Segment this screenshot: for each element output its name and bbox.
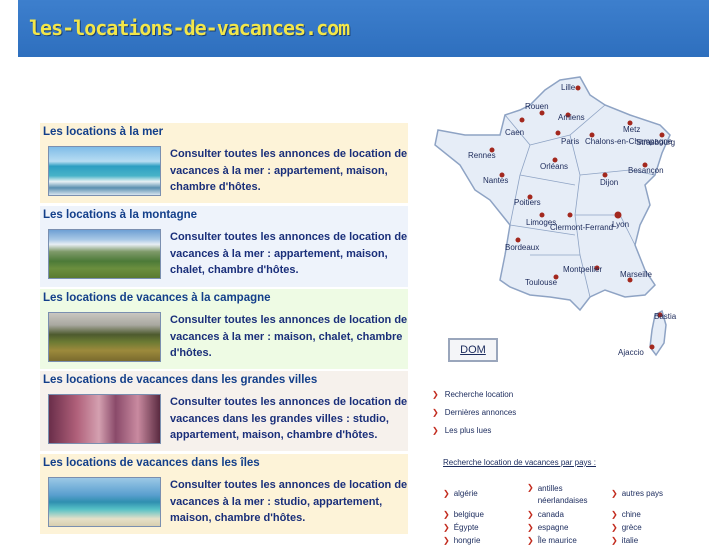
- site-banner: les-locations-de-vacances.com: [18, 0, 709, 57]
- section-description[interactable]: Consulter toutes les annonces de locatio…: [170, 229, 408, 279]
- section-description[interactable]: Consulter toutes les annonces de locatio…: [170, 312, 408, 362]
- city-label-orleans: Orléans: [540, 162, 568, 171]
- city-dot-lyon: [614, 211, 622, 219]
- arrow-icon: ❯: [611, 489, 618, 498]
- section-mer: Les locations à la mer Consulter toutes …: [40, 123, 408, 203]
- city-dot-lille: [575, 85, 581, 91]
- city-dot-rouen: [539, 110, 545, 116]
- city-label-bordeaux: Bordeaux: [505, 243, 539, 252]
- arrow-icon: ❯: [443, 510, 450, 519]
- arrow-icon: ❯: [432, 407, 439, 417]
- city-dot-caen: [519, 117, 525, 123]
- france-map[interactable]: Lille Rouen Amiens Caen Paris Chalons-en…: [430, 75, 690, 365]
- section-title[interactable]: Les locations à la mer: [40, 123, 408, 143]
- country-link-egypte[interactable]: ❯ Égypte: [443, 523, 479, 532]
- arrow-icon: ❯: [443, 489, 450, 498]
- beach-image[interactable]: [48, 146, 161, 196]
- section-montagne: Les locations à la montagne Consulter to…: [40, 206, 408, 287]
- arrow-icon: ❯: [443, 536, 450, 545]
- country-link-chine[interactable]: ❯ chine: [611, 510, 641, 519]
- city-label-paris: Paris: [561, 137, 579, 146]
- section-iles: Les locations de vacances dans les îles …: [40, 454, 408, 534]
- country-link-autres-pays[interactable]: ❯ autres pays: [611, 489, 663, 498]
- city-label-dijon: Dijon: [600, 178, 618, 187]
- arrow-icon: ❯: [443, 523, 450, 532]
- city-label-metz: Metz: [623, 125, 640, 134]
- city-label-poitiers: Poitiers: [514, 198, 541, 207]
- arrow-icon: ❯: [432, 389, 439, 399]
- section-title[interactable]: Les locations de vacances à la campagne: [40, 289, 408, 309]
- arrow-icon: ❯: [527, 483, 534, 492]
- island-image[interactable]: [48, 477, 161, 527]
- section-description[interactable]: Consulter toutes les annonces de locatio…: [170, 146, 408, 196]
- city-dot-clermont: [567, 212, 573, 218]
- quick-links: ❯ Recherche location ❯ Dernières annonces …: [432, 385, 516, 439]
- country-link-grece[interactable]: ❯ grèce: [611, 523, 642, 532]
- section-description[interactable]: Consulter toutes les annonces de locatio…: [170, 394, 408, 444]
- site-logo[interactable]: les-locations-de-vacances.com: [29, 16, 350, 40]
- arrow-icon: ❯: [611, 536, 618, 545]
- link-recherche-location[interactable]: ❯ Recherche location: [432, 385, 516, 403]
- link-label: Les plus lues: [444, 425, 492, 435]
- dom-button[interactable]: DOM: [448, 338, 498, 362]
- country-link-italie[interactable]: ❯ italie: [611, 536, 638, 545]
- link-label: Recherche location: [444, 389, 514, 399]
- country-link-belgique[interactable]: ❯ belgique: [443, 510, 484, 519]
- arrow-icon: ❯: [527, 536, 534, 545]
- city-dot-bordeaux: [515, 237, 521, 243]
- city-label-ajaccio: Ajaccio: [618, 348, 644, 357]
- country-link-hongrie[interactable]: ❯ hongrie: [443, 536, 480, 545]
- section-grandes-villes: Les locations de vacances dans les grand…: [40, 371, 408, 451]
- city-label-besancon: Besançon: [628, 166, 664, 175]
- city-dot-limoges: [539, 212, 545, 218]
- country-link-canada[interactable]: ❯ canada: [527, 510, 564, 519]
- arrow-icon: ❯: [527, 523, 534, 532]
- country-link-algerie[interactable]: ❯ algérie: [443, 489, 478, 498]
- arrow-icon: ❯: [432, 425, 439, 435]
- city-label-amiens: Amiens: [558, 113, 585, 122]
- city-label-rouen: Rouen: [525, 102, 549, 111]
- city-image[interactable]: [48, 394, 161, 444]
- city-label-montpellier: Montpellier: [563, 265, 602, 274]
- section-title[interactable]: Les locations à la montagne: [40, 206, 408, 226]
- city-label-lille: Lille: [561, 83, 576, 92]
- arrow-icon: ❯: [611, 510, 618, 519]
- link-label: Dernières annonces: [444, 407, 517, 417]
- city-label-strasbourg: Strasbourg: [636, 138, 675, 147]
- link-plus-lues[interactable]: ❯ Les plus lues: [432, 421, 516, 439]
- mountain-image[interactable]: [48, 229, 161, 279]
- section-description[interactable]: Consulter toutes les annonces de locatio…: [170, 477, 408, 527]
- section-title[interactable]: Les locations de vacances dans les îles: [40, 454, 408, 474]
- section-campagne: Les locations de vacances à la campagne …: [40, 289, 408, 369]
- city-label-bastia: Bastia: [654, 312, 677, 321]
- countryside-image[interactable]: [48, 312, 161, 362]
- city-label-marseille: Marseille: [620, 270, 653, 279]
- city-label-toulouse: Toulouse: [525, 278, 558, 287]
- city-dot-paris: [555, 130, 561, 136]
- country-search-title[interactable]: Recherche location de vacances par pays …: [443, 458, 596, 467]
- country-link-antilles[interactable]: ❯ antilles néerlandaises: [527, 483, 597, 507]
- city-label-nantes: Nantes: [483, 176, 508, 185]
- link-dernieres-annonces[interactable]: ❯ Dernières annonces: [432, 403, 516, 421]
- city-label-clermont: Clermont-Ferrand: [550, 223, 613, 232]
- country-link-espagne[interactable]: ❯ espagne: [527, 523, 568, 532]
- city-label-caen: Caen: [505, 128, 524, 137]
- city-dot-ajaccio: [649, 344, 655, 350]
- city-label-rennes: Rennes: [468, 151, 496, 160]
- arrow-icon: ❯: [611, 523, 618, 532]
- section-title[interactable]: Les locations de vacances dans les grand…: [40, 371, 408, 391]
- city-label-lyon: Lyon: [612, 220, 629, 229]
- city-dot-dijon: [602, 172, 608, 178]
- arrow-icon: ❯: [527, 510, 534, 519]
- country-link-ile-maurice[interactable]: ❯ Île maurice: [527, 536, 577, 545]
